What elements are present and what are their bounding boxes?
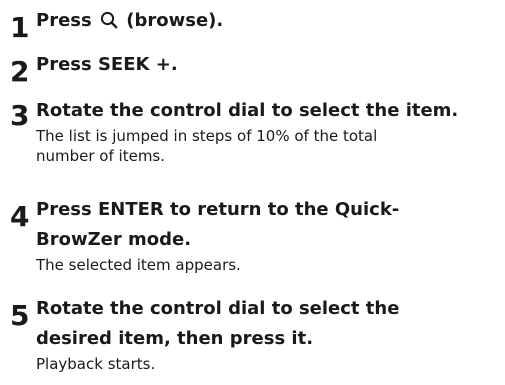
step-instruction: desired item, then press it. xyxy=(36,328,314,349)
step-instruction: Press ENTER to return to the Quick- xyxy=(36,199,400,220)
step-number: 3 xyxy=(10,99,30,132)
step-instruction: Rotate the control dial to select the it… xyxy=(36,100,459,121)
step-body: Rotate the control dial to select the it… xyxy=(36,96,501,166)
step-number: 2 xyxy=(10,55,30,88)
step-instruction: Press SEEK +. xyxy=(36,54,178,75)
step-body: Press SEEK +. xyxy=(36,50,501,80)
step-note: The list is jumped in steps of 10% of th… xyxy=(36,127,378,145)
step-instruction: Rotate the control dial to select the xyxy=(36,298,400,319)
step-note: Playback starts. xyxy=(36,355,156,373)
step-instruction-text: (browse). xyxy=(126,10,224,31)
step-body: Press (browse). xyxy=(36,6,501,39)
search-icon xyxy=(100,9,118,39)
step-body: Rotate the control dial to select the de… xyxy=(36,294,501,374)
step-instruction: BrowZer mode. xyxy=(36,229,192,250)
step-instruction-text: Press xyxy=(36,10,92,31)
step-body: Press ENTER to return to the Quick- Brow… xyxy=(36,195,501,275)
step-instruction: Press (browse). xyxy=(36,6,501,39)
step-note: The selected item appears. xyxy=(36,256,241,274)
step-number: 4 xyxy=(10,200,30,233)
step-number: 5 xyxy=(10,299,30,332)
step-note: number of items. xyxy=(36,147,166,165)
step-number: 1 xyxy=(10,11,30,44)
